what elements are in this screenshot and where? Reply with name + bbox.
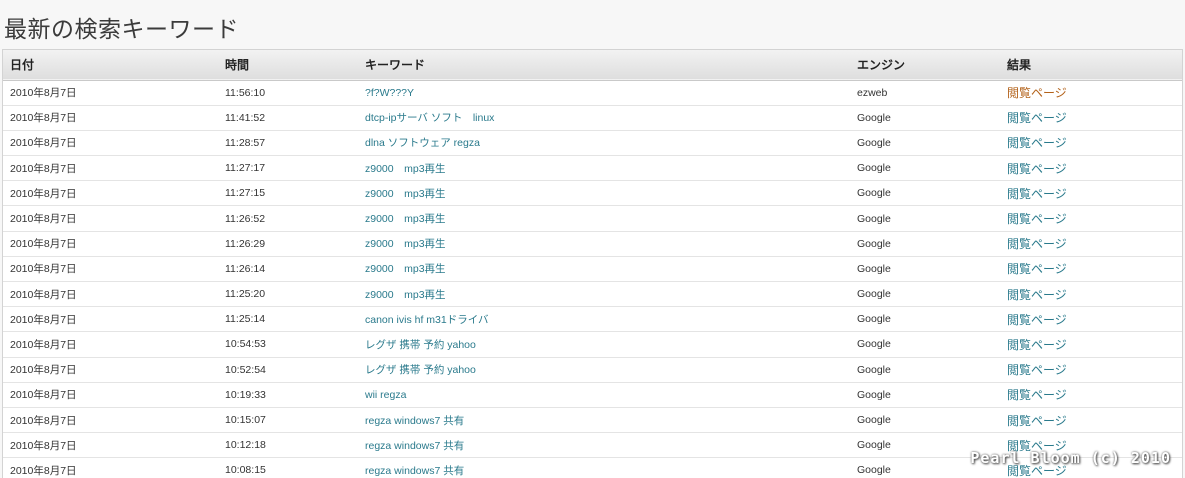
keyword-link[interactable]: z9000 mp3再生 bbox=[358, 181, 850, 206]
column-header-date[interactable]: 日付 bbox=[3, 50, 218, 80]
cell-engine: Google bbox=[857, 414, 891, 427]
cell-date: 2010年8月7日 bbox=[10, 439, 77, 452]
cell-date: 2010年8月7日 bbox=[10, 288, 77, 301]
table-row: 2010年8月7日 10:54:53 レグザ 携帯 予約 yahoo Google 閲覧… bbox=[3, 332, 1182, 358]
column-header-keyword[interactable]: キーワード bbox=[358, 50, 850, 80]
cell-engine: Google bbox=[857, 162, 891, 175]
table-row: 2010年8月7日 10:52:54 レグザ 携帯 予約 yahoo Google 閲覧… bbox=[3, 357, 1182, 383]
page-title: 最新の検索キーワード bbox=[4, 17, 239, 43]
result-page-link[interactable]: 閲覧ページ bbox=[1000, 407, 1182, 432]
result-page-link[interactable]: 閲覧ページ bbox=[1000, 357, 1182, 382]
cell-date: 2010年8月7日 bbox=[10, 364, 77, 377]
cell-date: 2010年8月7日 bbox=[10, 238, 77, 251]
keyword-link[interactable]: z9000 mp3再生 bbox=[358, 282, 850, 307]
result-page-link[interactable]: 閲覧ページ bbox=[1000, 105, 1182, 130]
cell-engine: Google bbox=[857, 288, 891, 301]
result-page-link[interactable]: 閲覧ページ bbox=[1000, 206, 1182, 231]
cell-engine: Google bbox=[857, 388, 891, 401]
keyword-link[interactable]: dtcp-ipサーバ ソフト linux bbox=[358, 105, 850, 130]
cell-time: 11:28:57 bbox=[225, 136, 266, 149]
cell-date: 2010年8月7日 bbox=[10, 313, 77, 326]
cell-engine: Google bbox=[857, 111, 891, 124]
cell-date: 2010年8月7日 bbox=[10, 112, 77, 125]
keyword-link[interactable]: z9000 mp3再生 bbox=[358, 256, 850, 281]
cell-time: 10:08:15 bbox=[225, 464, 266, 477]
result-page-link[interactable]: 閲覧ページ bbox=[1000, 181, 1182, 206]
cell-engine: Google bbox=[857, 136, 891, 149]
cell-date: 2010年8月7日 bbox=[10, 389, 77, 402]
result-page-link[interactable]: 閲覧ページ bbox=[1000, 282, 1182, 307]
cell-engine: Google bbox=[857, 187, 891, 200]
result-page-link[interactable]: 閲覧ページ bbox=[1000, 307, 1182, 332]
keyword-table: 日付 時間 キーワード エンジン 結果 2010年8月7日 11:56:10 ?f?… bbox=[2, 49, 1183, 478]
table-header-row: 日付 時間 キーワード エンジン 結果 bbox=[3, 50, 1182, 80]
cell-time: 11:26:52 bbox=[225, 212, 266, 225]
cell-time: 10:15:07 bbox=[225, 414, 266, 427]
result-page-link[interactable]: 閲覧ページ bbox=[1000, 256, 1182, 281]
cell-time: 11:27:15 bbox=[225, 187, 266, 200]
table-row: 2010年8月7日 10:19:33 wii regza Google 閲覧ページ bbox=[3, 382, 1182, 408]
keyword-link[interactable]: dlna ソフトウェア regza bbox=[358, 130, 850, 155]
cell-time: 11:26:14 bbox=[225, 262, 266, 275]
cell-date: 2010年8月7日 bbox=[10, 137, 77, 150]
cell-engine: Google bbox=[857, 363, 891, 376]
cell-date: 2010年8月7日 bbox=[10, 187, 77, 200]
keyword-link[interactable]: レグザ 携帯 予約 yahoo bbox=[358, 357, 850, 382]
cell-engine: Google bbox=[857, 313, 891, 326]
cell-date: 2010年8月7日 bbox=[10, 464, 77, 477]
cell-time: 11:27:17 bbox=[225, 162, 266, 175]
cell-time: 10:19:33 bbox=[225, 388, 266, 401]
keyword-link[interactable]: canon ivis hf m31ドライバ bbox=[358, 307, 850, 332]
result-page-link[interactable]: 閲覧ページ bbox=[1000, 382, 1182, 407]
keyword-link[interactable]: regza windows7 共有 bbox=[358, 407, 850, 432]
cell-date: 2010年8月7日 bbox=[10, 162, 77, 175]
cell-date: 2010年8月7日 bbox=[10, 338, 77, 351]
table-row: 2010年8月7日 11:56:10 ?f?W???Y ezweb 閲覧ページ bbox=[3, 80, 1182, 106]
cell-date: 2010年8月7日 bbox=[10, 414, 77, 427]
watermark-text: Pearl Bloom (c) 2010 bbox=[970, 449, 1171, 467]
cell-engine: ezweb bbox=[857, 86, 888, 99]
result-page-link[interactable]: 閲覧ページ bbox=[1000, 130, 1182, 155]
cell-date: 2010年8月7日 bbox=[10, 87, 77, 100]
column-header-result[interactable]: 結果 bbox=[1000, 50, 1182, 80]
result-page-link[interactable]: 閲覧ページ bbox=[1000, 80, 1182, 105]
result-page-link[interactable]: 閲覧ページ bbox=[1000, 231, 1182, 256]
column-header-engine[interactable]: エンジン bbox=[850, 50, 1000, 80]
table-row: 2010年8月7日 11:26:29 z9000 mp3再生 Google 閲覧ページ bbox=[3, 231, 1182, 257]
cell-date: 2010年8月7日 bbox=[10, 213, 77, 226]
keyword-link[interactable]: ?f?W???Y bbox=[358, 80, 850, 105]
cell-time: 10:12:18 bbox=[225, 439, 266, 452]
keyword-link[interactable]: wii regza bbox=[358, 382, 850, 407]
keyword-link[interactable]: regza windows7 共有 bbox=[358, 458, 850, 478]
table-row: 2010年8月7日 11:26:52 z9000 mp3再生 Google 閲覧ページ bbox=[3, 206, 1182, 232]
keyword-link[interactable]: z9000 mp3再生 bbox=[358, 156, 850, 181]
table-row: 2010年8月7日 11:27:17 z9000 mp3再生 Google 閲覧ページ bbox=[3, 156, 1182, 181]
cell-engine: Google bbox=[857, 262, 891, 275]
cell-date: 2010年8月7日 bbox=[10, 263, 77, 276]
table-row: 2010年8月7日 11:28:57 dlna ソフトウェア regza Google… bbox=[3, 130, 1182, 156]
table-row: 2010年8月7日 10:15:07 regza windows7 共有 Google… bbox=[3, 407, 1182, 433]
table-row: 2010年8月7日 11:26:14 z9000 mp3再生 Google 閲覧ページ bbox=[3, 256, 1182, 282]
cell-time: 10:54:53 bbox=[225, 338, 266, 351]
column-header-time[interactable]: 時間 bbox=[218, 50, 358, 80]
table-row: 2010年8月7日 11:27:15 z9000 mp3再生 Google 閲覧ページ bbox=[3, 181, 1182, 206]
cell-time: 11:41:52 bbox=[225, 111, 266, 124]
result-page-link[interactable]: 閲覧ページ bbox=[1000, 156, 1182, 181]
keyword-link[interactable]: z9000 mp3再生 bbox=[358, 206, 850, 231]
cell-time: 11:25:14 bbox=[225, 313, 266, 326]
cell-engine: Google bbox=[857, 237, 891, 250]
table-row: 2010年8月7日 11:41:52 dtcp-ipサーバ ソフト linux Goo… bbox=[3, 105, 1182, 131]
cell-engine: Google bbox=[857, 212, 891, 225]
result-page-link[interactable]: 閲覧ページ bbox=[1000, 332, 1182, 357]
cell-time: 11:26:29 bbox=[225, 237, 266, 250]
cell-time: 11:25:20 bbox=[225, 288, 266, 301]
cell-engine: Google bbox=[857, 338, 891, 351]
keyword-link[interactable]: z9000 mp3再生 bbox=[358, 231, 850, 256]
table-row: 2010年8月7日 11:25:14 canon ivis hf m31ドライバ Go… bbox=[3, 307, 1182, 332]
keyword-link[interactable]: regza windows7 共有 bbox=[358, 433, 850, 458]
table-row: 2010年8月7日 11:25:20 z9000 mp3再生 Google 閲覧ページ bbox=[3, 282, 1182, 307]
cell-time: 10:52:54 bbox=[225, 363, 266, 376]
keyword-link[interactable]: レグザ 携帯 予約 yahoo bbox=[358, 332, 850, 357]
cell-time: 11:56:10 bbox=[225, 86, 266, 99]
